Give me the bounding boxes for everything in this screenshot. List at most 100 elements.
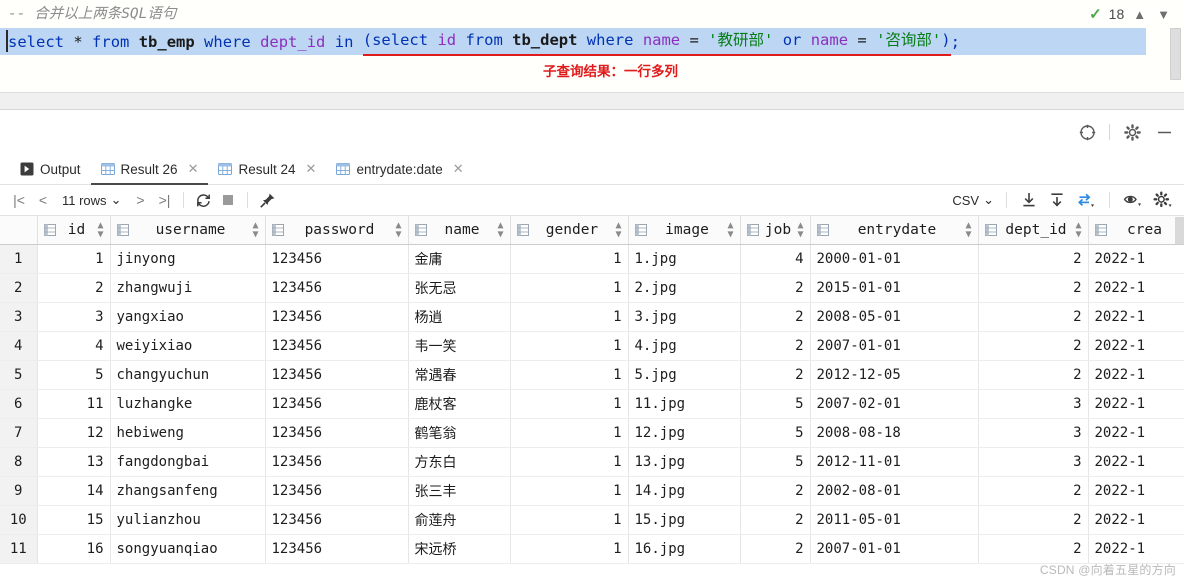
table-row[interactable]: 5 5 changyuchun 123456 常遇春 1 5.jpg 2 201…	[0, 360, 1184, 389]
cell-dept-id[interactable]: 3	[978, 418, 1088, 447]
cell-username[interactable]: hebiweng	[110, 418, 265, 447]
sort-indicator-icon[interactable]: ▲▼	[965, 221, 971, 239]
table-row[interactable]: 8 13 fangdongbai 123456 方东白 1 13.jpg 5 2…	[0, 447, 1184, 476]
close-icon[interactable]: ✕	[453, 161, 464, 177]
column-header-id[interactable]: id ▲▼	[37, 216, 110, 244]
cell-name[interactable]: 金庸	[408, 244, 510, 273]
cell-job[interactable]: 2	[740, 302, 810, 331]
next-page-button[interactable]: >	[129, 188, 151, 212]
sql-statement-line[interactable]: select * from tb_emp where dept_id in (s…	[0, 28, 1146, 55]
cell-dept-id[interactable]: 2	[978, 331, 1088, 360]
cell-id[interactable]: 16	[37, 534, 110, 563]
download-icon[interactable]	[1017, 188, 1041, 212]
column-header-image[interactable]: image ▲▼	[628, 216, 740, 244]
cell-password[interactable]: 123456	[265, 534, 408, 563]
tab-result-26[interactable]: Result 26 ✕	[91, 154, 209, 185]
cell-entrydate[interactable]: 2007-01-01	[810, 534, 978, 563]
cell-name[interactable]: 俞莲舟	[408, 505, 510, 534]
table-row[interactable]: 4 4 weiyixiao 123456 韦一笑 1 4.jpg 2 2007-…	[0, 331, 1184, 360]
cell-gender[interactable]: 1	[510, 331, 628, 360]
cell-image[interactable]: 14.jpg	[628, 476, 740, 505]
cell-entrydate[interactable]: 2008-08-18	[810, 418, 978, 447]
cell-create-time[interactable]: 2022-1	[1088, 244, 1184, 273]
sort-indicator-icon[interactable]: ▲▼	[797, 221, 803, 239]
tab-entrydate-date[interactable]: entrydate:date ✕	[326, 154, 473, 185]
cell-id[interactable]: 1	[37, 244, 110, 273]
cell-id[interactable]: 2	[37, 273, 110, 302]
cell-job[interactable]: 2	[740, 360, 810, 389]
cell-create-time[interactable]: 2022-1	[1088, 534, 1184, 563]
cell-create-time[interactable]: 2022-1	[1088, 302, 1184, 331]
cell-create-time[interactable]: 2022-1	[1088, 331, 1184, 360]
cell-image[interactable]: 13.jpg	[628, 447, 740, 476]
cell-create-time[interactable]: 2022-1	[1088, 476, 1184, 505]
cell-create-time[interactable]: 2022-1	[1088, 273, 1184, 302]
cell-entrydate[interactable]: 2007-01-01	[810, 331, 978, 360]
export-format-dropdown[interactable]: CSV ⌄	[952, 192, 996, 208]
cell-job[interactable]: 5	[740, 447, 810, 476]
cell-id[interactable]: 13	[37, 447, 110, 476]
cell-username[interactable]: songyuanqiao	[110, 534, 265, 563]
result-grid-toolbar[interactable]: |< < 11 rows ⌄ > >| CSV ⌄	[0, 185, 1184, 216]
cell-username[interactable]: weiyixiao	[110, 331, 265, 360]
column-header-gender[interactable]: gender ▲▼	[510, 216, 628, 244]
first-page-button[interactable]: |<	[8, 188, 30, 212]
cell-gender[interactable]: 1	[510, 505, 628, 534]
cell-entrydate[interactable]: 2011-05-01	[810, 505, 978, 534]
table-row[interactable]: 9 14 zhangsanfeng 123456 张三丰 1 14.jpg 2 …	[0, 476, 1184, 505]
cell-username[interactable]: jinyong	[110, 244, 265, 273]
cell-entrydate[interactable]: 2007-02-01	[810, 389, 978, 418]
cell-password[interactable]: 123456	[265, 360, 408, 389]
table-row[interactable]: 2 2 zhangwuji 123456 张无忌 1 2.jpg 2 2015-…	[0, 273, 1184, 302]
sort-indicator-icon[interactable]: ▲▼	[97, 221, 103, 239]
cell-username[interactable]: zhangwuji	[110, 273, 265, 302]
cell-entrydate[interactable]: 2008-05-01	[810, 302, 978, 331]
table-row[interactable]: 1 1 jinyong 123456 金庸 1 1.jpg 4 2000-01-…	[0, 244, 1184, 273]
cell-password[interactable]: 123456	[265, 389, 408, 418]
cell-dept-id[interactable]: 3	[978, 447, 1088, 476]
cell-password[interactable]: 123456	[265, 418, 408, 447]
cell-gender[interactable]: 1	[510, 273, 628, 302]
cell-dept-id[interactable]: 2	[978, 360, 1088, 389]
cell-id[interactable]: 5	[37, 360, 110, 389]
cell-entrydate[interactable]: 2012-11-01	[810, 447, 978, 476]
cell-name[interactable]: 韦一笑	[408, 331, 510, 360]
cell-gender[interactable]: 1	[510, 476, 628, 505]
result-grid[interactable]: id ▲▼ username ▲▼ password ▲▼	[0, 216, 1184, 581]
cell-dept-id[interactable]: 2	[978, 534, 1088, 563]
cell-name[interactable]: 杨逍	[408, 302, 510, 331]
table-row[interactable]: 3 3 yangxiao 123456 杨逍 1 3.jpg 2 2008-05…	[0, 302, 1184, 331]
refresh-icon[interactable]	[192, 188, 215, 212]
cell-gender[interactable]: 1	[510, 389, 628, 418]
target-icon[interactable]	[1077, 122, 1097, 142]
inspection-widget[interactable]: ✓ 18 ▲ ▼	[1089, 6, 1172, 22]
cell-password[interactable]: 123456	[265, 302, 408, 331]
cell-job[interactable]: 5	[740, 389, 810, 418]
upload-icon[interactable]	[1045, 188, 1069, 212]
cell-image[interactable]: 1.jpg	[628, 244, 740, 273]
cell-image[interactable]: 11.jpg	[628, 389, 740, 418]
table-row[interactable]: 6 11 luzhangke 123456 鹿杖客 1 11.jpg 5 200…	[0, 389, 1184, 418]
cell-image[interactable]: 15.jpg	[628, 505, 740, 534]
sort-indicator-icon[interactable]: ▲▼	[497, 221, 503, 239]
cell-create-time[interactable]: 2022-1	[1088, 505, 1184, 534]
cell-job[interactable]: 2	[740, 476, 810, 505]
cell-image[interactable]: 3.jpg	[628, 302, 740, 331]
cell-gender[interactable]: 1	[510, 360, 628, 389]
cell-username[interactable]: luzhangke	[110, 389, 265, 418]
cell-job[interactable]: 2	[740, 273, 810, 302]
gear-icon[interactable]	[1122, 122, 1142, 142]
cell-entrydate[interactable]: 2012-12-05	[810, 360, 978, 389]
sql-editor[interactable]: -- 合并以上两条SQL语句 select * from tb_emp wher…	[0, 0, 1184, 110]
cell-dept-id[interactable]: 2	[978, 273, 1088, 302]
cell-entrydate[interactable]: 2002-08-01	[810, 476, 978, 505]
chevron-up-icon[interactable]: ▲	[1131, 7, 1148, 22]
gear-icon[interactable]	[1150, 188, 1176, 212]
cell-job[interactable]: 2	[740, 505, 810, 534]
cell-username[interactable]: yangxiao	[110, 302, 265, 331]
editor-vertical-scrollbar[interactable]	[1170, 28, 1181, 80]
cell-password[interactable]: 123456	[265, 476, 408, 505]
cell-username[interactable]: yulianzhou	[110, 505, 265, 534]
cell-name[interactable]: 常遇春	[408, 360, 510, 389]
grid-horizontal-scrollbar[interactable]	[1175, 217, 1184, 244]
